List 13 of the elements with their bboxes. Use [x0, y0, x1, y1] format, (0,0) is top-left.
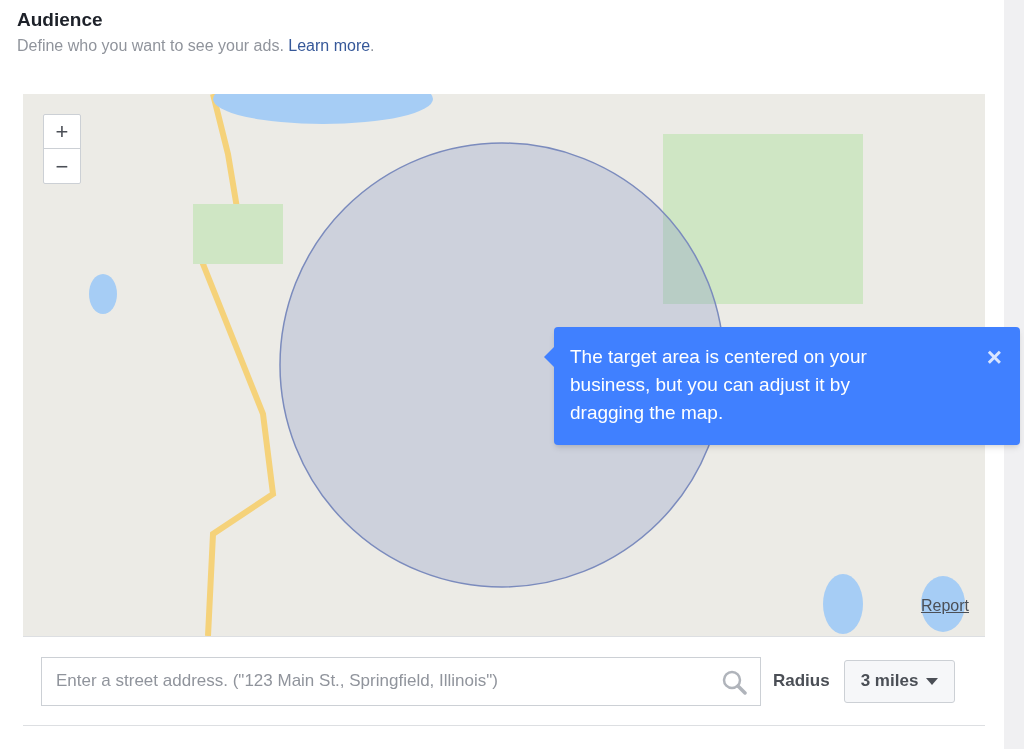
- zoom-in-button[interactable]: +: [44, 115, 80, 149]
- tooltip-text: The target area is centered on your business, but you can adjust it by dragging the map.: [570, 345, 868, 425]
- caret-icon: [926, 677, 939, 685]
- zoom-out-button[interactable]: −: [44, 149, 80, 183]
- section-title: Audience: [17, 8, 104, 32]
- radius-dropdown[interactable]: 3 miles: [843, 659, 956, 703]
- report-link[interactable]: Report: [920, 594, 969, 618]
- address-field[interactable]: Enter a street address. ("123 Main St., Springfield, Illinois"): [41, 656, 761, 706]
- section-description: Define who you want to see your ads.: [17, 37, 284, 54]
- radius-label: Radius: [773, 670, 830, 693]
- search-icon: [721, 668, 747, 695]
- period-text: .: [370, 37, 375, 54]
- learn-more-link[interactable]: Learn more: [288, 37, 371, 54]
